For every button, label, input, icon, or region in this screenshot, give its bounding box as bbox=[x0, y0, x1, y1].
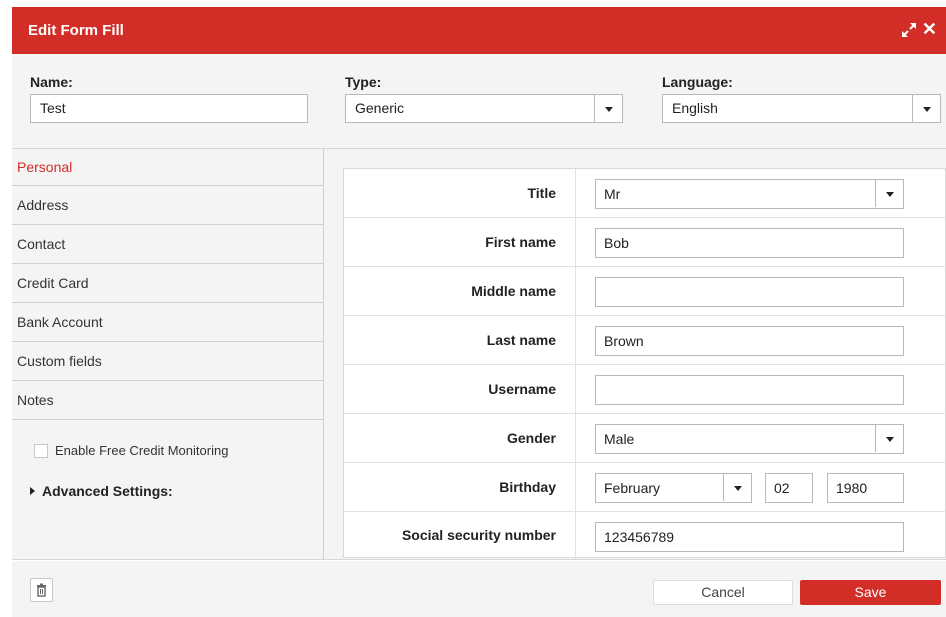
dialog-footer: Cancel Save bbox=[12, 561, 946, 617]
sidebar-item-notes[interactable]: Notes bbox=[12, 381, 323, 420]
sidebar-item-bank-account[interactable]: Bank Account bbox=[12, 303, 323, 342]
form-row-last-name: Last name Brown bbox=[344, 316, 945, 365]
advanced-settings-label: Advanced Settings: bbox=[42, 483, 173, 499]
name-label: Name: bbox=[30, 74, 73, 90]
type-select-value: Generic bbox=[355, 100, 405, 116]
personal-form: Title Mr First name Bob Middle name Last… bbox=[343, 168, 946, 559]
language-select[interactable]: English bbox=[662, 94, 941, 123]
chevron-down-icon bbox=[923, 107, 931, 112]
sidebar-item-credit-card[interactable]: Credit Card bbox=[12, 264, 323, 303]
sidebar-item-address[interactable]: Address bbox=[12, 186, 323, 225]
gender-dropdown-button[interactable] bbox=[875, 425, 903, 452]
category-sidebar: Personal Address Contact Credit Card Ban… bbox=[12, 149, 324, 560]
type-dropdown-button[interactable] bbox=[594, 95, 622, 122]
form-row-gender: Gender Male bbox=[344, 414, 945, 463]
birthday-year-input[interactable]: 1980 bbox=[827, 473, 904, 503]
username-label: Username bbox=[344, 365, 576, 413]
middle-name-input[interactable] bbox=[595, 277, 904, 307]
language-label: Language: bbox=[662, 74, 733, 90]
ssn-label: Social security number bbox=[344, 512, 576, 559]
language-dropdown-button[interactable] bbox=[912, 95, 940, 122]
chevron-down-icon bbox=[886, 437, 894, 442]
title-label: Title bbox=[344, 169, 576, 217]
save-button[interactable]: Save bbox=[800, 580, 941, 605]
form-row-ssn: Social security number 123456789 bbox=[344, 512, 945, 559]
trash-icon bbox=[37, 583, 46, 597]
form-row-birthday: Birthday February 02 1980 bbox=[344, 463, 945, 512]
birthday-month-value: February bbox=[604, 480, 661, 496]
language-select-value: English bbox=[672, 100, 718, 116]
last-name-label: Last name bbox=[344, 316, 576, 364]
birthday-month-select[interactable]: February bbox=[595, 473, 752, 503]
birthday-label: Birthday bbox=[344, 463, 576, 511]
last-name-input[interactable]: Brown bbox=[595, 326, 904, 356]
first-name-label: First name bbox=[344, 218, 576, 266]
gender-select-value: Male bbox=[604, 431, 635, 447]
birthday-month-dropdown-button[interactable] bbox=[723, 474, 751, 501]
sidebar-item-contact[interactable]: Contact bbox=[12, 225, 323, 264]
first-name-input[interactable]: Bob bbox=[595, 228, 904, 258]
delete-button[interactable] bbox=[30, 578, 53, 602]
chevron-right-icon bbox=[30, 487, 35, 495]
middle-name-label: Middle name bbox=[344, 267, 576, 315]
credit-monitoring-checkbox[interactable] bbox=[34, 444, 48, 458]
type-select[interactable]: Generic bbox=[345, 94, 623, 123]
title-select[interactable]: Mr bbox=[595, 179, 904, 209]
title-select-value: Mr bbox=[604, 186, 621, 202]
name-input[interactable]: Test bbox=[30, 94, 308, 123]
gender-select[interactable]: Male bbox=[595, 424, 904, 454]
type-label: Type: bbox=[345, 74, 382, 90]
form-row-first-name: First name Bob bbox=[344, 218, 945, 267]
form-fill-body: Personal Address Contact Credit Card Ban… bbox=[12, 149, 946, 560]
form-fill-header: Name: Test Type: Generic Language: Engli… bbox=[12, 54, 946, 149]
expand-icon[interactable] bbox=[902, 22, 916, 38]
close-icon[interactable]: ✕ bbox=[922, 20, 937, 38]
chevron-down-icon bbox=[734, 486, 742, 491]
title-dropdown-button[interactable] bbox=[875, 180, 903, 207]
form-row-title: Title Mr bbox=[344, 169, 945, 218]
credit-monitoring-label: Enable Free Credit Monitoring bbox=[55, 443, 229, 458]
birthday-day-input[interactable]: 02 bbox=[765, 473, 813, 503]
username-input[interactable] bbox=[595, 375, 904, 405]
cancel-button[interactable]: Cancel bbox=[653, 580, 793, 605]
dialog-title: Edit Form Fill bbox=[28, 22, 124, 39]
chevron-down-icon bbox=[605, 107, 613, 112]
form-row-middle-name: Middle name bbox=[344, 267, 945, 316]
dialog-title-bar: Edit Form Fill ✕ bbox=[12, 7, 946, 54]
form-row-username: Username bbox=[344, 365, 945, 414]
sidebar-item-personal[interactable]: Personal bbox=[12, 149, 323, 186]
chevron-down-icon bbox=[886, 192, 894, 197]
sidebar-item-custom-fields[interactable]: Custom fields bbox=[12, 342, 323, 381]
ssn-input[interactable]: 123456789 bbox=[595, 522, 904, 552]
gender-label: Gender bbox=[344, 414, 576, 462]
